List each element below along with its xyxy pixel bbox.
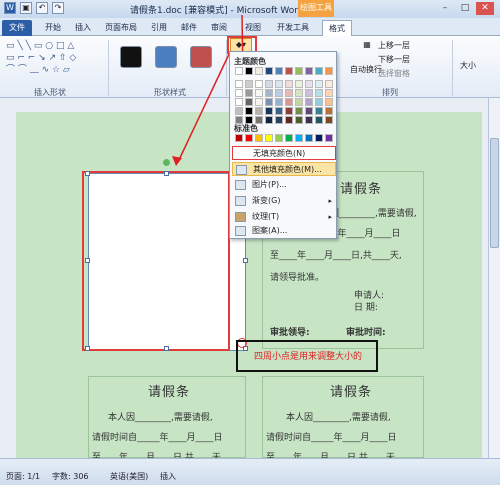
theme-color-swatch[interactable]	[265, 80, 273, 88]
fill-color-menu: 主题颜色 标准色 无填充颜色(N) 其他填充颜色(M)... 图片(P)... …	[229, 51, 337, 239]
arrow-line	[177, 51, 231, 163]
texture-label: 纹理(T)	[252, 212, 280, 221]
theme-color-swatch[interactable]	[235, 67, 243, 75]
theme-color-swatch[interactable]	[245, 98, 253, 106]
theme-color-swatch[interactable]	[305, 89, 313, 97]
pattern-fill-item[interactable]: 图案(A)...	[232, 224, 336, 238]
no-fill-label: 无填充颜色(N)	[253, 149, 306, 158]
theme-color-swatch[interactable]	[315, 67, 323, 75]
pattern-label: 图案(A)...	[252, 226, 288, 235]
theme-color-swatch[interactable]	[315, 80, 323, 88]
theme-color-swatch[interactable]	[265, 107, 273, 115]
theme-color-swatch[interactable]	[295, 80, 303, 88]
theme-color-swatch[interactable]	[245, 80, 253, 88]
picture-label: 图片(P)...	[252, 180, 287, 189]
standard-color-swatch[interactable]	[255, 134, 263, 142]
picture-fill-item[interactable]: 图片(P)...	[232, 178, 336, 192]
theme-color-swatch[interactable]	[305, 98, 313, 106]
theme-color-swatch[interactable]	[275, 107, 283, 115]
pattern-icon	[235, 226, 246, 236]
theme-color-swatch[interactable]	[315, 116, 323, 124]
theme-color-swatch[interactable]	[285, 116, 293, 124]
theme-color-swatch[interactable]	[295, 98, 303, 106]
more-colors-label: 其他填充颜色(M)...	[253, 165, 322, 174]
theme-color-swatch[interactable]	[325, 67, 333, 75]
theme-color-swatch[interactable]	[295, 67, 303, 75]
standard-color-swatch[interactable]	[305, 134, 313, 142]
theme-color-swatch[interactable]	[245, 67, 253, 75]
theme-color-swatch[interactable]	[295, 116, 303, 124]
submenu-arrow-icon: ▸	[328, 197, 332, 205]
word-count[interactable]: 字数: 306	[52, 471, 89, 482]
theme-color-swatch[interactable]	[285, 107, 293, 115]
gradient-icon	[235, 196, 246, 206]
gradient-label: 渐变(G)	[252, 196, 281, 205]
theme-color-swatch[interactable]	[255, 107, 263, 115]
theme-color-swatch[interactable]	[255, 80, 263, 88]
standard-color-swatch[interactable]	[285, 134, 293, 142]
language-indicator[interactable]: 英语(美国)	[110, 471, 148, 482]
theme-color-swatch[interactable]	[285, 80, 293, 88]
theme-color-swatch[interactable]	[305, 107, 313, 115]
standard-color-swatch[interactable]	[235, 134, 243, 142]
theme-color-swatch[interactable]	[245, 89, 253, 97]
theme-color-swatch[interactable]	[255, 67, 263, 75]
theme-color-swatch[interactable]	[235, 80, 243, 88]
theme-color-swatch[interactable]	[255, 98, 263, 106]
theme-color-swatch[interactable]	[285, 89, 293, 97]
theme-color-swatch[interactable]	[285, 98, 293, 106]
theme-color-swatch[interactable]	[325, 98, 333, 106]
standard-color-swatch[interactable]	[275, 134, 283, 142]
standard-color-swatch[interactable]	[325, 134, 333, 142]
theme-color-swatch[interactable]	[255, 89, 263, 97]
theme-color-swatch[interactable]	[275, 116, 283, 124]
theme-color-swatch[interactable]	[315, 107, 323, 115]
theme-color-swatch[interactable]	[265, 89, 273, 97]
standard-color-swatch[interactable]	[245, 134, 253, 142]
theme-color-swatch[interactable]	[265, 116, 273, 124]
standard-color-swatch[interactable]	[295, 134, 303, 142]
theme-color-swatch[interactable]	[305, 67, 313, 75]
theme-color-swatch[interactable]	[235, 107, 243, 115]
theme-color-swatch[interactable]	[295, 107, 303, 115]
insert-mode[interactable]: 插入	[160, 471, 176, 482]
theme-color-swatch[interactable]	[285, 67, 293, 75]
submenu-arrow-icon: ▸	[328, 213, 332, 221]
gradient-fill-item[interactable]: 渐变(G) ▸	[232, 194, 336, 208]
texture-fill-item[interactable]: 纹理(T) ▸	[232, 210, 336, 224]
more-fill-colors-item[interactable]: 其他填充颜色(M)...	[232, 162, 336, 176]
theme-color-swatch[interactable]	[235, 98, 243, 106]
standard-color-swatch[interactable]	[265, 134, 273, 142]
theme-color-swatch[interactable]	[325, 116, 333, 124]
picture-icon	[235, 180, 246, 190]
theme-color-swatch[interactable]	[305, 80, 313, 88]
theme-color-swatch[interactable]	[325, 89, 333, 97]
theme-color-swatch[interactable]	[325, 80, 333, 88]
palette-icon	[236, 165, 247, 175]
theme-color-swatch[interactable]	[235, 89, 243, 97]
status-bar: 页面: 1/1 字数: 306 英语(美国) 插入	[0, 458, 500, 485]
no-fill-item[interactable]: 无填充颜色(N)	[232, 146, 336, 160]
theme-color-swatch[interactable]	[315, 89, 323, 97]
theme-color-swatch[interactable]	[275, 67, 283, 75]
theme-color-swatch[interactable]	[275, 98, 283, 106]
theme-color-swatch[interactable]	[265, 98, 273, 106]
theme-color-swatch[interactable]	[295, 89, 303, 97]
standard-color-swatch[interactable]	[315, 134, 323, 142]
standard-colors-heading: 标准色	[234, 124, 258, 133]
page-count[interactable]: 页面: 1/1	[6, 471, 40, 482]
theme-color-swatch[interactable]	[245, 107, 253, 115]
theme-colors-heading: 主题颜色	[234, 57, 266, 66]
theme-color-swatch[interactable]	[275, 80, 283, 88]
theme-color-swatch[interactable]	[275, 89, 283, 97]
theme-color-swatch[interactable]	[305, 116, 313, 124]
theme-color-swatch[interactable]	[265, 67, 273, 75]
theme-color-swatch[interactable]	[315, 98, 323, 106]
theme-color-swatch[interactable]	[325, 107, 333, 115]
texture-icon	[235, 212, 246, 222]
